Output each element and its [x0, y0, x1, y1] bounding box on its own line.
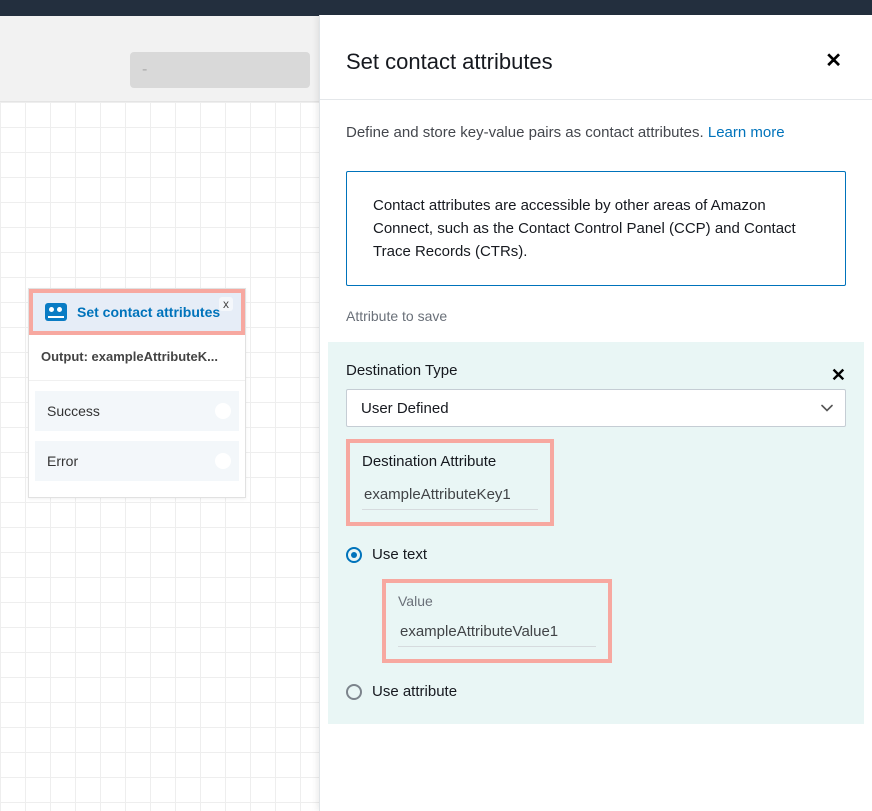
flow-port-success[interactable]: [215, 403, 231, 419]
destination-attribute-group: Destination Attribute exampleAttributeKe…: [346, 439, 554, 526]
flow-block-success-label: Success: [47, 403, 100, 419]
panel-title: Set contact attributes: [346, 49, 553, 75]
value-group: Value exampleAttributeValue1: [382, 579, 612, 663]
remove-attribute-icon[interactable]: ✕: [831, 365, 846, 386]
value-label: Value: [398, 593, 596, 609]
use-text-radio-row[interactable]: Use text: [346, 546, 846, 563]
flow-block-header[interactable]: Set contact attributes x: [29, 289, 245, 335]
panel-description: Define and store key-value pairs as cont…: [346, 122, 846, 145]
destination-attribute-label: Destination Attribute: [362, 453, 538, 470]
flow-block-close-button[interactable]: x: [219, 297, 233, 311]
top-bar: [0, 0, 872, 16]
use-text-label: Use text: [372, 546, 427, 563]
flow-block-error-label: Error: [47, 453, 78, 469]
destination-attribute-input[interactable]: exampleAttributeKey1: [362, 482, 538, 510]
flow-block-title: Set contact attributes: [77, 304, 220, 321]
attribute-card: Destination Type ✕ User Defined Destinat…: [328, 342, 864, 724]
close-icon[interactable]: ✕: [821, 49, 846, 73]
chevron-down-icon: [821, 400, 833, 417]
side-panel-set-contact-attributes: Set contact attributes ✕ Define and stor…: [319, 15, 872, 811]
flow-block-success[interactable]: Success: [35, 391, 239, 431]
breadcrumb-text: -: [142, 61, 147, 79]
flow-block-output: Output: exampleAttributeK...: [29, 335, 245, 381]
flow-block-set-contact-attributes[interactable]: Set contact attributes x Output: example…: [28, 288, 246, 498]
info-box: Contact attributes are accessible by oth…: [346, 171, 846, 287]
value-input[interactable]: exampleAttributeValue1: [398, 619, 596, 647]
learn-more-link[interactable]: Learn more: [708, 124, 785, 141]
destination-type-value: User Defined: [361, 400, 449, 417]
flow-block-error[interactable]: Error: [35, 441, 239, 481]
flow-port-error[interactable]: [215, 453, 231, 469]
use-attribute-radio-row[interactable]: Use attribute: [346, 683, 846, 700]
use-text-radio[interactable]: [346, 547, 362, 563]
use-attribute-label: Use attribute: [372, 683, 457, 700]
divider: [320, 99, 872, 100]
use-attribute-radio[interactable]: [346, 684, 362, 700]
destination-type-select[interactable]: User Defined: [346, 389, 846, 427]
breadcrumb-pill[interactable]: -: [130, 52, 310, 88]
panel-description-text: Define and store key-value pairs as cont…: [346, 124, 708, 141]
contact-attributes-icon: [45, 303, 67, 321]
attribute-to-save-label: Attribute to save: [346, 308, 846, 324]
destination-type-label: Destination Type: [346, 362, 457, 379]
